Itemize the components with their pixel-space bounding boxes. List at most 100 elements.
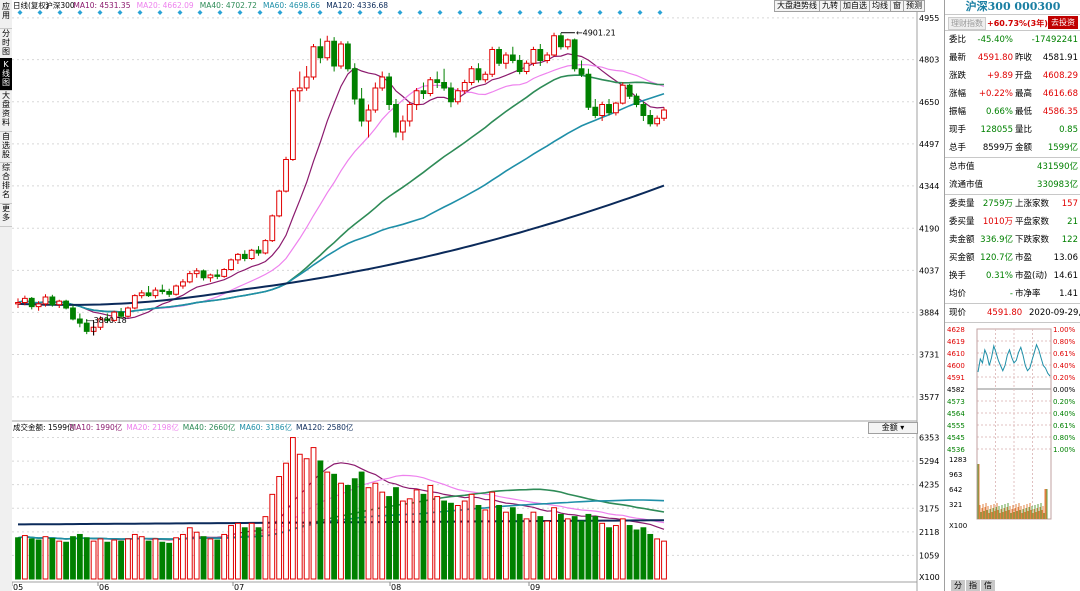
quote-label2: 开盘 bbox=[1015, 71, 1033, 81]
volume-bar bbox=[661, 540, 667, 580]
price-tick-label: 4650 bbox=[919, 98, 939, 107]
tool-tab-3[interactable]: 均线 bbox=[869, 0, 890, 12]
panel-tab-0[interactable]: 分 bbox=[951, 580, 965, 591]
candle-body bbox=[544, 54, 551, 61]
header-label-4: MA40: 4702.72 bbox=[200, 1, 257, 10]
indicator-select[interactable]: 金额 ▾ bbox=[868, 422, 918, 434]
mini-left-tick: 4545 bbox=[947, 434, 965, 442]
market-cap-row: 总市值 431590亿 bbox=[945, 158, 1080, 176]
candle-body bbox=[647, 115, 654, 125]
mini-right-tick: 1.00% bbox=[1053, 446, 1076, 454]
breadth-value: 336.9亿 bbox=[980, 235, 1013, 245]
breadth-value2: 1.41 bbox=[1059, 289, 1078, 299]
tool-tab-4[interactable]: 窗 bbox=[890, 0, 903, 12]
candle-body bbox=[241, 253, 248, 259]
invest-button[interactable]: 去投资 bbox=[1048, 16, 1078, 29]
candle-body bbox=[454, 90, 461, 103]
left-tab-0[interactable]: 应用 bbox=[0, 0, 12, 29]
current-price-row: 现价 4591.80 2020-09-29,二 bbox=[945, 304, 1080, 323]
quote-value2: 4616.68 bbox=[1042, 89, 1078, 99]
chart-header: 日线(复权)沪深300MA10: 4531.35 MA20: 4662.09 MA4… bbox=[13, 0, 388, 10]
volume-bar bbox=[365, 487, 372, 580]
header-label-6: MA120: 4336.68 bbox=[326, 1, 388, 10]
volume-bar bbox=[104, 541, 111, 580]
price-tick-label: 4497 bbox=[919, 140, 939, 149]
promo-label: 理财指数 bbox=[948, 17, 986, 30]
volume-header-label-2: MA20: 2198亿 bbox=[126, 422, 179, 432]
tool-tab-0[interactable]: 大盘趋势线 bbox=[774, 0, 819, 12]
indicator-select-label: 金额 bbox=[881, 423, 898, 432]
volume-bar bbox=[434, 496, 441, 580]
candle-body bbox=[35, 303, 42, 308]
volume-bar bbox=[49, 537, 56, 580]
quote-label: 涨跌 bbox=[949, 71, 967, 81]
mini-right-tick: 0.61% bbox=[1053, 422, 1076, 430]
quote-value2: 4608.29 bbox=[1042, 71, 1078, 81]
volume-header-label-3: MA40: 2660亿 bbox=[183, 422, 236, 432]
market-cap-label: 流通市值 bbox=[949, 180, 984, 190]
candle-body bbox=[358, 98, 365, 122]
left-tab-6[interactable]: 更多 bbox=[0, 202, 12, 227]
candle-body bbox=[496, 49, 502, 64]
tool-tab-5[interactable]: 预测 bbox=[903, 0, 925, 12]
mini-right-tick: 0.40% bbox=[1053, 362, 1076, 370]
candle-body bbox=[303, 76, 310, 89]
mini-left-tick: 4564 bbox=[947, 410, 965, 418]
volume-header-label-0: 成交金额: 1599亿 bbox=[13, 422, 75, 432]
mini-right-tick: 0.00% bbox=[1053, 386, 1076, 394]
price-tick-label: 4344 bbox=[919, 182, 939, 191]
candle-body bbox=[28, 297, 35, 308]
breadth-row: 卖金额 336.9亿 下跌家数 122 bbox=[945, 231, 1080, 249]
left-tab-3[interactable]: 大盘资料 bbox=[0, 89, 12, 132]
quote-label2: 金额 bbox=[1015, 143, 1033, 153]
volume-bar bbox=[448, 502, 454, 580]
header-label-0: 日线(复权) bbox=[13, 0, 49, 10]
volume-bar bbox=[166, 542, 173, 580]
candle-body bbox=[269, 215, 276, 242]
candle-body bbox=[509, 54, 516, 61]
tool-tab-1[interactable]: 九转 bbox=[819, 0, 840, 12]
volume-bar bbox=[386, 496, 393, 580]
left-tab-2[interactable]: K线图 bbox=[0, 58, 12, 91]
volume-bar bbox=[503, 511, 509, 580]
candle-body bbox=[489, 49, 496, 75]
left-tab-4[interactable]: 自选股 bbox=[0, 130, 12, 163]
tool-tab-2[interactable]: 加自选 bbox=[840, 0, 869, 12]
x-tick-label: 08 bbox=[391, 583, 401, 591]
breadth-label2: 市盈(动) bbox=[1015, 271, 1048, 281]
panel-tab-2[interactable]: 信 bbox=[981, 580, 995, 591]
volume-bar bbox=[97, 538, 104, 580]
left-tab-5[interactable]: 综合排名 bbox=[0, 161, 12, 204]
volume-bar bbox=[551, 507, 557, 580]
quote-value: -45.40% bbox=[977, 35, 1013, 45]
volume-bar bbox=[379, 491, 386, 580]
breadth-row: 换手 0.31% 市盈(动) 14.61 bbox=[945, 267, 1080, 285]
quote-rows-top: 委比 -45.40% -17492241 最新 4591.80 昨收 4581.91 涨跌 +9… bbox=[945, 31, 1080, 158]
volume-bar bbox=[331, 473, 338, 580]
mini-left-tick: 4610 bbox=[947, 350, 965, 358]
volume-bar bbox=[83, 537, 90, 580]
volume-bar bbox=[372, 482, 379, 580]
left-tab-1[interactable]: 分时图 bbox=[0, 27, 12, 60]
candle-body bbox=[578, 68, 585, 75]
quote-label: 最新 bbox=[949, 53, 967, 63]
breadth-row: 委卖量 2759万 上涨家数 157 bbox=[945, 195, 1080, 213]
breadth-row: 买金额 120.7亿 市盈 13.06 bbox=[945, 249, 1080, 267]
volume-tick-label: 1059 bbox=[919, 551, 939, 560]
candle-body bbox=[63, 300, 70, 309]
panel-tab-1[interactable]: 指 bbox=[966, 580, 980, 591]
candle-body bbox=[516, 60, 523, 72]
candle-body bbox=[262, 240, 269, 254]
volume-bar bbox=[269, 493, 276, 580]
volume-bar bbox=[303, 458, 310, 580]
candle-body bbox=[276, 190, 283, 217]
volume-bar bbox=[90, 540, 97, 580]
candle-body bbox=[633, 95, 640, 105]
breadth-label2: 下跌家数 bbox=[1015, 235, 1050, 245]
candle-body bbox=[386, 76, 393, 105]
candle-body bbox=[372, 87, 379, 111]
quote-row: 最新 4591.80 昨收 4581.91 bbox=[945, 49, 1080, 67]
volume-bar bbox=[496, 505, 502, 580]
candle-body bbox=[571, 39, 578, 70]
breadth-value2: 13.06 bbox=[1053, 253, 1078, 263]
